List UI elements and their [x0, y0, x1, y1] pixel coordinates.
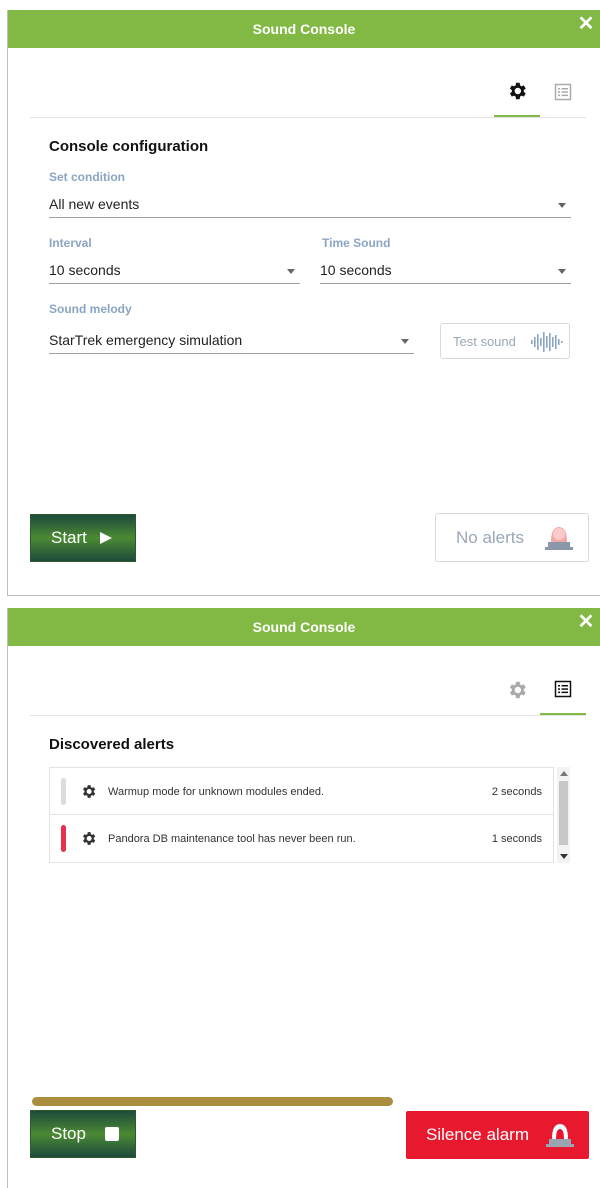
chevron-down-icon [558, 269, 566, 274]
set-condition-label: Set condition [49, 170, 125, 184]
section-title: Discovered alerts [49, 736, 175, 753]
close-icon[interactable]: ✕ [577, 14, 595, 34]
tab-alerts-list[interactable] [540, 665, 586, 715]
countdown-progress-bar [32, 1097, 404, 1106]
siren-icon [545, 527, 573, 550]
alert-time: 1 seconds [491, 833, 542, 845]
scroll-up-icon[interactable] [560, 771, 568, 776]
alert-message: Pandora DB maintenance tool has never be… [108, 833, 356, 845]
tab-bar [30, 67, 586, 118]
set-condition-select[interactable]: All new events [49, 192, 571, 218]
test-sound-button[interactable]: Test sound [440, 323, 570, 359]
set-condition-value: All new events [49, 196, 140, 212]
sound-console-window-config: Sound Console ✕ Console configuration Se… [7, 10, 600, 596]
stop-icon [104, 1127, 119, 1141]
start-button[interactable]: Start [30, 514, 136, 562]
alerts-scrollbar[interactable] [557, 767, 570, 863]
tab-alerts-list[interactable] [540, 67, 586, 117]
gear-icon [83, 832, 96, 845]
severity-flag [61, 778, 66, 805]
chevron-down-icon [287, 269, 295, 274]
tab-configuration[interactable] [494, 67, 540, 117]
window-title: Sound Console [252, 21, 356, 37]
window-title: Sound Console [252, 619, 356, 635]
siren-icon [546, 1124, 574, 1147]
test-sound-label: Test sound [453, 334, 516, 349]
silence-alarm-button[interactable]: Silence alarm [406, 1111, 589, 1159]
sound-melody-select[interactable]: StarTrek emergency simulation [49, 328, 414, 354]
gear-icon [509, 681, 526, 699]
sound-wave-icon [531, 332, 563, 352]
sound-melody-label: Sound melody [49, 302, 132, 316]
time-sound-value: 10 seconds [320, 262, 392, 278]
stop-button[interactable]: Stop [30, 1110, 136, 1158]
scroll-thumb[interactable] [559, 781, 568, 845]
interval-value: 10 seconds [49, 262, 121, 278]
alerts-list: Warmup mode for unknown modules ended. 2… [49, 767, 554, 863]
severity-flag [61, 825, 66, 852]
gear-icon [509, 82, 526, 100]
close-icon[interactable]: ✕ [577, 612, 595, 632]
section-title: Console configuration [49, 138, 209, 155]
silence-alarm-label: Silence alarm [426, 1125, 529, 1144]
stop-label: Stop [51, 1124, 86, 1143]
interval-label: Interval [49, 236, 92, 250]
scroll-down-icon[interactable] [560, 854, 568, 859]
time-sound-label: Time Sound [322, 236, 391, 250]
time-sound-select[interactable]: 10 seconds [320, 258, 571, 284]
gear-icon [83, 785, 96, 798]
start-label: Start [51, 528, 87, 547]
chevron-down-icon [558, 203, 566, 208]
list-icon [554, 83, 572, 101]
countdown-progress-fill [32, 1097, 393, 1106]
list-item[interactable]: Warmup mode for unknown modules ended. 2… [50, 768, 553, 815]
alert-status-indicator: No alerts [435, 513, 589, 562]
titlebar: Sound Console ✕ [8, 10, 600, 48]
sound-melody-value: StarTrek emergency simulation [49, 332, 243, 348]
titlebar: Sound Console ✕ [8, 608, 600, 646]
alert-message: Warmup mode for unknown modules ended. [108, 786, 325, 798]
chevron-down-icon [401, 339, 409, 344]
sound-console-window-alerts: Sound Console ✕ Discovered alerts Warmup… [7, 608, 600, 1188]
tab-bar [30, 665, 586, 716]
tab-configuration[interactable] [494, 665, 540, 715]
list-item[interactable]: Pandora DB maintenance tool has never be… [50, 815, 553, 862]
interval-select[interactable]: 10 seconds [49, 258, 300, 284]
list-icon [554, 680, 572, 698]
no-alerts-label: No alerts [456, 528, 525, 547]
alert-time: 2 seconds [491, 786, 542, 798]
play-icon [99, 532, 112, 544]
